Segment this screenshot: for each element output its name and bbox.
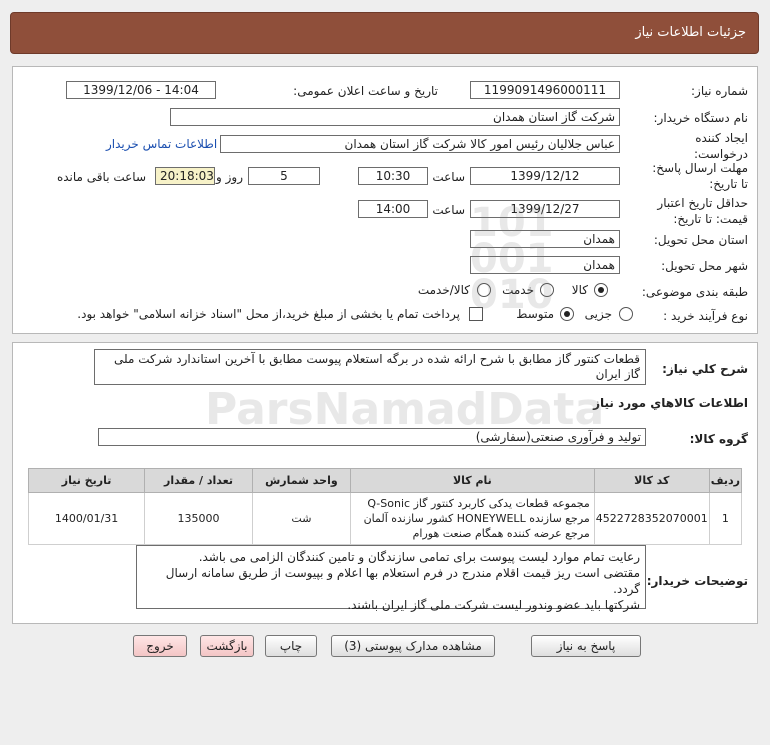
table-row: 1 4522728352070001 مجموعه قطعات یدکی کار…	[27, 492, 743, 545]
cell-name: مجموعه قطعات یدکی کاربرد کنتور گاز Q-Son…	[349, 492, 595, 545]
col-unit: واحد شمارش	[251, 468, 351, 493]
payment-note: پرداخت تمام یا بخشی از مبلغ خرید،از محل …	[77, 307, 460, 321]
category-option-goods: کالا	[571, 283, 588, 297]
announce-field: 1399/12/06 - 14:04	[66, 81, 216, 99]
category-radio-goods-service[interactable]	[477, 283, 491, 297]
buyer-label: نام دستگاه خریدار:	[653, 111, 749, 125]
col-qty: تعداد / مقدار	[144, 468, 253, 493]
province-field: همدان	[470, 230, 620, 248]
category-label: طبقه بندی موضوعی:	[641, 285, 748, 299]
buyer-notes-label: توضیحات خریدار:	[646, 574, 748, 588]
category-option-goods-service: کالا/خدمت	[417, 283, 470, 297]
validity-time-label: ساعت	[432, 203, 465, 217]
deadline-label-date: تا تاریخ:	[709, 177, 748, 191]
col-code: کد کالا	[593, 468, 710, 493]
need-number-field: 1199091496000111	[470, 81, 620, 99]
announce-label: تاریخ و ساعت اعلان عمومی:	[293, 84, 438, 98]
cell-code: 4522728352070001	[593, 492, 710, 545]
validity-label: حداقل تاریخ اعتبار	[657, 196, 748, 210]
deadline-label: مهلت ارسال پاسخ:	[652, 161, 748, 175]
deadline-time-field: 10:30	[358, 167, 428, 185]
city-label: شهر محل تحویل:	[661, 259, 748, 273]
remaining-time-field: 20:18:03	[155, 167, 215, 185]
deadline-date-field: 1399/12/12	[470, 167, 620, 185]
validity-time-field: 14:00	[358, 200, 428, 218]
buyer-note-line: مقتضی است ریز قیمت اقلام مندرج در فرم اس…	[165, 566, 640, 596]
goods-section-title: اطلاعات کالاهاي مورد نياز	[593, 396, 748, 410]
days-field: 5	[248, 167, 320, 185]
need-number-label: شماره نیاز:	[691, 84, 748, 98]
buyer-field: شرکت گاز استان همدان	[170, 108, 620, 126]
validity-date-field: 1399/12/27	[470, 200, 620, 218]
process-radio-medium[interactable]	[560, 307, 574, 321]
province-label: استان محل تحویل:	[653, 233, 748, 247]
creator-field: عباس جلالیان رئیس امور کالا شرکت گاز است…	[220, 135, 620, 153]
print-button[interactable]: چاپ	[265, 635, 317, 657]
validity-label-date: قیمت: تا تاریخ:	[673, 212, 748, 226]
reply-button[interactable]: پاسخ به نیاز	[531, 635, 641, 657]
back-button[interactable]: بازگشت	[200, 635, 254, 657]
attachments-button[interactable]: مشاهده مدارک پیوستی (3)	[331, 635, 495, 657]
process-option-minor: جزیی	[584, 307, 612, 321]
cell-row: 1	[708, 492, 743, 545]
contact-buyer-link[interactable]: اطلاعات تماس خریدار	[106, 137, 217, 151]
category-radio-service[interactable]	[540, 283, 554, 297]
process-label: نوع فرآیند خرید :	[663, 309, 748, 323]
cell-date: 1400/01/31	[27, 492, 146, 545]
buyer-notes-field: رعایت تمام موارد لیست پیوست برای تمامی س…	[136, 545, 646, 612]
treasury-checkbox[interactable]	[469, 307, 483, 321]
page-header: جزئیات اطلاعات نیاز	[10, 12, 759, 54]
city-field: همدان	[470, 256, 620, 274]
category-radio-goods[interactable]	[594, 283, 608, 297]
creator-label: ایجاد کننده درخواست:	[694, 131, 748, 161]
col-date: تاریخ نیاز	[27, 468, 146, 493]
remaining-label: ساعت باقی مانده	[56, 170, 146, 184]
page-title: جزئیات اطلاعات نیاز	[635, 25, 746, 40]
description-field: قطعات کنتور گاز مطابق با شرح ارائه شده د…	[94, 349, 646, 385]
col-name: نام کالا	[349, 468, 595, 493]
process-radio-minor[interactable]	[619, 307, 633, 321]
goods-table: ردیف کد کالا نام کالا واحد شمارش تعداد /…	[27, 468, 743, 545]
buyer-note-line: شرکتها باید عضو وندور لیست شرکت ملی گاز …	[347, 598, 640, 612]
exit-button[interactable]: خروج	[133, 635, 187, 657]
buyer-note-line: رعایت تمام موارد لیست پیوست برای تمامی س…	[198, 550, 640, 564]
category-option-service: خدمت	[502, 283, 534, 297]
col-row: ردیف	[708, 468, 743, 493]
process-option-medium: متوسط	[516, 307, 554, 321]
cell-unit: شت	[251, 492, 351, 545]
deadline-time-label: ساعت	[432, 170, 465, 184]
cell-qty: 135000	[144, 492, 253, 545]
description-label: شرح کلي نياز:	[662, 362, 748, 376]
goods-group-label: گروه کالا:	[689, 432, 748, 446]
days-label: روز و	[216, 170, 243, 184]
table-header-row: ردیف کد کالا نام کالا واحد شمارش تعداد /…	[27, 468, 743, 493]
goods-group-field: تولید و فرآوری صنعتی(سفارشی)	[98, 428, 646, 446]
